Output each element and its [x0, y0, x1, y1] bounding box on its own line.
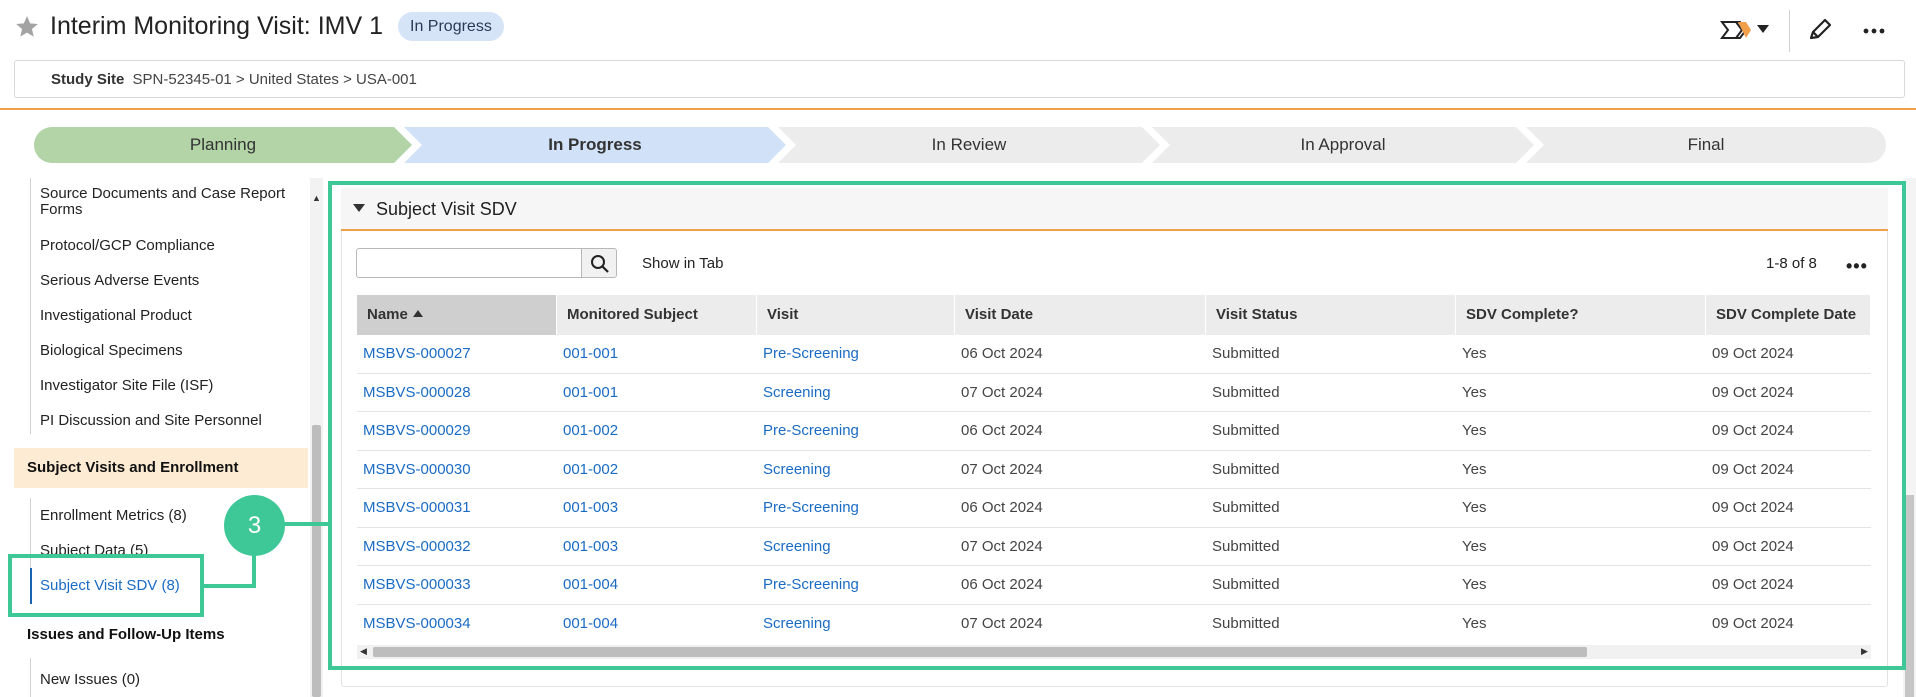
sidebar-item-biological-specimens[interactable]: Biological Specimens	[40, 343, 183, 359]
sidebar: Source Documents and Case Report Forms P…	[0, 178, 323, 697]
sidebar-item-pi-discussion[interactable]: PI Discussion and Site Personnel	[40, 413, 262, 429]
sidebar-item-protocol-gcp[interactable]: Protocol/GCP Compliance	[40, 238, 215, 254]
stage-planning[interactable]: Planning	[34, 127, 412, 163]
annotation-highlight-nav	[8, 554, 204, 617]
breadcrumb-label: Study Site	[51, 71, 125, 88]
sidebar-item-serious-adverse-events[interactable]: Serious Adverse Events	[40, 273, 199, 289]
annotation-connector	[283, 522, 330, 526]
page-header: Interim Monitoring Visit: IMV 1 In Progr…	[0, 0, 1916, 60]
workflow-icon[interactable]	[1720, 16, 1754, 44]
annotation-highlight-panel	[328, 181, 1906, 670]
header-accent-line	[0, 108, 1916, 110]
nav-group-line	[30, 658, 31, 697]
sidebar-item-source-documents[interactable]: Source Documents and Case Report Forms	[40, 186, 300, 218]
annotation-connector	[200, 584, 256, 588]
stage-final[interactable]: Final	[1526, 127, 1886, 163]
page-title: Interim Monitoring Visit: IMV 1	[50, 12, 383, 40]
breadcrumb: Study Site SPN-52345-01 > United States …	[14, 60, 1905, 98]
chevron-down-icon[interactable]	[1756, 24, 1770, 34]
annotation-connector	[252, 554, 256, 587]
sidebar-section-issues[interactable]: Issues and Follow-Up Items	[14, 626, 308, 643]
header-divider	[1789, 10, 1790, 52]
annotation-step-badge: 3	[224, 495, 285, 556]
stage-in-progress[interactable]: In Progress	[404, 127, 786, 163]
lifecycle-stages: Planning In Progress In Review In Approv…	[34, 127, 1886, 163]
page-scroll-thumb[interactable]	[1905, 495, 1914, 697]
sidebar-item-enrollment-metrics[interactable]: Enrollment Metrics (8)	[40, 508, 187, 524]
sidebar-scroll-thumb[interactable]	[312, 425, 321, 697]
status-badge: In Progress	[398, 12, 504, 41]
more-icon[interactable]	[1862, 27, 1886, 35]
stage-in-approval[interactable]: In Approval	[1152, 127, 1534, 163]
scroll-up-icon[interactable]: ▲	[312, 193, 321, 203]
nav-group-line	[30, 178, 31, 434]
sidebar-item-investigational-product[interactable]: Investigational Product	[40, 308, 192, 324]
stage-in-review[interactable]: In Review	[778, 127, 1160, 163]
sidebar-item-isf[interactable]: Investigator Site File (ISF)	[40, 378, 213, 394]
sidebar-item-new-issues[interactable]: New Issues (0)	[40, 672, 140, 688]
sidebar-section-subject-visits[interactable]: Subject Visits and Enrollment	[14, 448, 308, 488]
star-icon[interactable]	[14, 14, 40, 40]
pencil-icon[interactable]	[1806, 16, 1834, 44]
breadcrumb-path[interactable]: SPN-52345-01 > United States > USA-001	[133, 71, 417, 88]
